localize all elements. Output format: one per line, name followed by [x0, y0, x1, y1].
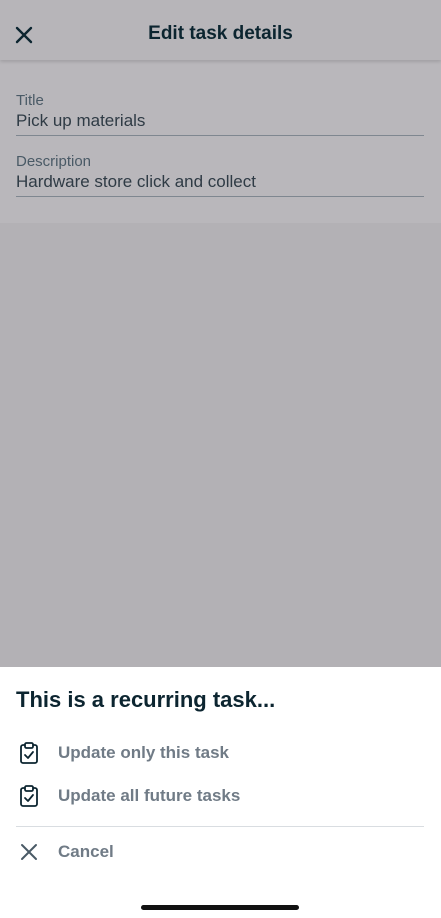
- app-header: Edit task details: [0, 0, 441, 60]
- page-title: Edit task details: [148, 23, 293, 44]
- title-label: Title: [16, 92, 44, 109]
- sheet-heading: This is a recurring task...: [16, 687, 276, 712]
- task-form: Title Description: [0, 60, 441, 223]
- clipboard-check-icon: [16, 783, 42, 809]
- title-field: Title: [16, 92, 424, 136]
- cancel-option[interactable]: Cancel: [16, 834, 424, 870]
- update-all-future-tasks-option[interactable]: Update all future tasks: [16, 778, 424, 814]
- home-indicator: [141, 905, 299, 910]
- description-input[interactable]: [16, 170, 424, 197]
- title-input[interactable]: [16, 109, 424, 136]
- option-label: Update only this task: [58, 743, 229, 762]
- recurring-task-sheet: This is a recurring task... Update only …: [0, 667, 441, 918]
- close-icon: [16, 839, 42, 865]
- divider: [16, 826, 424, 827]
- cancel-label: Cancel: [58, 842, 114, 861]
- clipboard-check-icon: [16, 740, 42, 766]
- description-field: Description: [16, 153, 424, 197]
- update-only-this-task-option[interactable]: Update only this task: [16, 735, 424, 771]
- description-label: Description: [16, 153, 92, 170]
- option-label: Update all future tasks: [58, 786, 241, 805]
